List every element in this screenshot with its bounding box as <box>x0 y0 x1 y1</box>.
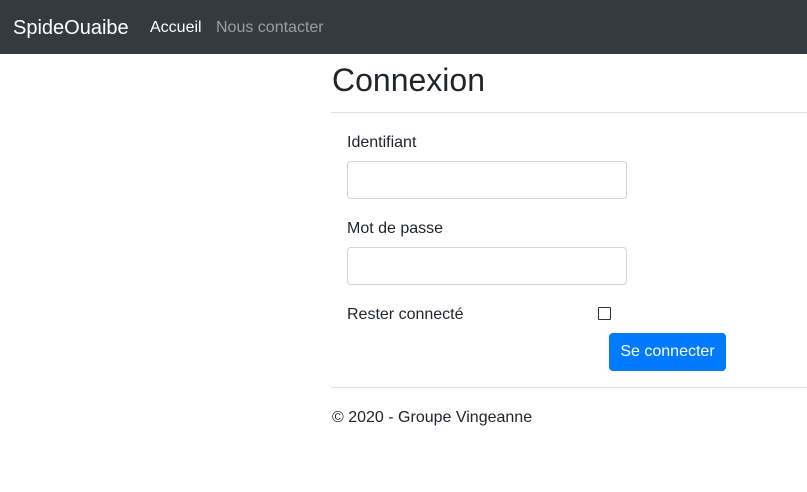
footer-copyright: © 2020 - Groupe Vingeanne <box>332 409 533 426</box>
title-divider <box>331 112 807 113</box>
username-label: Identifiant <box>347 134 417 151</box>
remember-me-checkbox[interactable] <box>598 307 611 320</box>
page-title: Connexion <box>332 62 485 98</box>
remember-me-label: Rester connecté <box>347 306 464 323</box>
username-input[interactable] <box>347 161 627 199</box>
login-submit-button[interactable]: Se connecter <box>609 333 726 371</box>
footer-divider <box>331 387 807 388</box>
nav-link-accueil[interactable]: Accueil <box>150 17 202 39</box>
nav-link-nous-contacter[interactable]: Nous contacter <box>216 17 324 39</box>
password-label: Mot de passe <box>347 220 444 237</box>
password-input[interactable] <box>347 247 627 285</box>
brand-link[interactable]: SpideOuaibe <box>13 15 129 41</box>
top-navbar: SpideOuaibe Accueil Nous contacter <box>0 0 807 54</box>
